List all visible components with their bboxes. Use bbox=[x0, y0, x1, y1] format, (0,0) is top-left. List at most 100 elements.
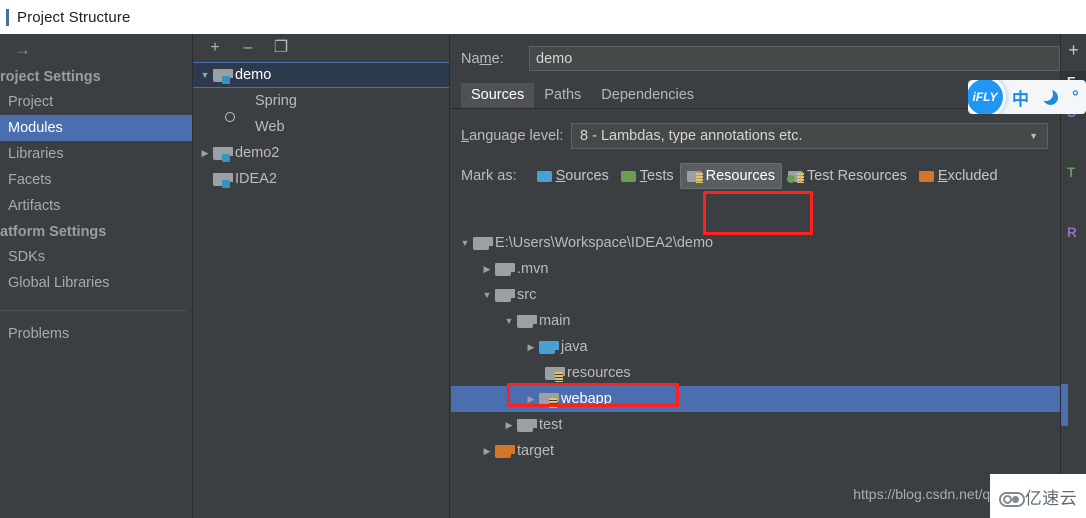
arrow-right-icon[interactable]: → bbox=[14, 41, 31, 58]
ifly-logo-icon[interactable]: iFLY bbox=[968, 80, 1006, 114]
source-tree-row-content-root[interactable]: ▼ E:\Users\Workspace\IDEA2\demo bbox=[451, 230, 1060, 256]
mark-as-label: Mark as: bbox=[461, 168, 517, 184]
module-folder-icon bbox=[213, 68, 233, 84]
tab-dependencies[interactable]: Dependencies bbox=[591, 83, 704, 108]
module-tree-label: demo bbox=[235, 67, 272, 83]
expand-collapse-icon[interactable]: ▼ bbox=[457, 238, 473, 248]
expand-collapse-icon[interactable]: ▶ bbox=[501, 420, 517, 431]
source-roots-tree: ▼ E:\Users\Workspace\IDEA2\demo ▶ .mvn ▼… bbox=[451, 230, 1060, 518]
source-tree-row-src[interactable]: ▼ src bbox=[451, 282, 1060, 308]
language-level-combobox[interactable]: 8 - Lambdas, type annotations etc. ▼ bbox=[571, 123, 1048, 149]
module-tree-label: Spring bbox=[255, 93, 297, 109]
module-tree-row-demo2[interactable]: ▶ demo2 bbox=[193, 140, 449, 166]
moon-icon[interactable] bbox=[1039, 86, 1058, 105]
yisu-watermark-text: 亿速云 bbox=[1024, 488, 1078, 508]
folder-icon bbox=[495, 262, 515, 276]
tab-sources[interactable]: Sources bbox=[461, 83, 535, 108]
modules-panel: + – ❐ ▼ demo Spring Web ▶ demo2 IDEA2 bbox=[192, 34, 450, 518]
legend-item-resources[interactable]: R bbox=[1061, 220, 1086, 246]
sidebar-divider bbox=[0, 310, 186, 311]
expand-collapse-icon[interactable]: ▶ bbox=[197, 148, 213, 159]
sidebar-item-problems[interactable]: Problems bbox=[0, 321, 192, 347]
source-tree-row-resources[interactable]: resources bbox=[451, 360, 1060, 386]
folder-icon bbox=[473, 236, 493, 250]
sidebar-item-facets[interactable]: Facets bbox=[0, 167, 192, 193]
resources-folder-icon bbox=[545, 366, 565, 382]
folder-icon bbox=[517, 418, 537, 432]
source-tree-label: E:\Users\Workspace\IDEA2\demo bbox=[495, 235, 714, 251]
expand-collapse-icon[interactable]: ▼ bbox=[501, 316, 517, 326]
remove-module-icon[interactable]: – bbox=[240, 40, 256, 56]
source-tree-label: webapp bbox=[561, 391, 612, 407]
sidebar-item-sdks[interactable]: SDKs bbox=[0, 244, 192, 270]
name-label: Name: bbox=[461, 50, 504, 67]
vertical-scrollbar-thumb[interactable] bbox=[1061, 384, 1068, 426]
project-structure-dialog: Project Structure → roject Settings Proj… bbox=[0, 0, 1086, 518]
source-tree-row-mvn[interactable]: ▶ .mvn bbox=[451, 256, 1060, 282]
expand-collapse-icon[interactable]: ▶ bbox=[479, 446, 495, 457]
sidebar-group-project-settings: roject Settings bbox=[0, 69, 101, 85]
source-tree-row-java[interactable]: ▶ java bbox=[451, 334, 1060, 360]
folder-icon bbox=[495, 288, 515, 302]
source-tree-row-test[interactable]: ▶ test bbox=[451, 412, 1060, 438]
add-content-root-icon[interactable]: + bbox=[1061, 34, 1086, 61]
expand-collapse-icon: ▶ bbox=[197, 174, 213, 185]
tab-paths[interactable]: Paths bbox=[534, 83, 591, 108]
csdn-watermark: https://blog.csdn.net/q1 bbox=[853, 486, 998, 502]
expand-collapse-icon[interactable]: ▼ bbox=[197, 70, 213, 80]
ime-floating-toolbar[interactable]: iFLY 中 ° bbox=[968, 80, 1086, 114]
mark-as-resources-button[interactable]: Resources bbox=[679, 163, 782, 189]
source-tree-label: test bbox=[539, 417, 563, 433]
expand-collapse-icon[interactable]: ▼ bbox=[479, 290, 495, 300]
excluded-folder-icon bbox=[495, 444, 515, 458]
source-tree-label: .mvn bbox=[517, 261, 549, 277]
language-level-label: Language level: bbox=[461, 128, 564, 144]
source-tree-row-main[interactable]: ▼ main bbox=[451, 308, 1060, 334]
module-folder-icon bbox=[213, 172, 233, 188]
source-tree-label: target bbox=[517, 443, 555, 459]
excluded-folder-icon bbox=[918, 170, 934, 182]
mark-as-excluded-button[interactable]: Excluded bbox=[913, 164, 1004, 188]
mark-as-test-resources-button[interactable]: Test Resources bbox=[782, 164, 913, 188]
source-tree-row-webapp[interactable]: ▶ webapp bbox=[451, 386, 1060, 412]
mark-as-sources-button[interactable]: Sources bbox=[531, 164, 615, 188]
sidebar-item-project[interactable]: Project bbox=[0, 89, 192, 115]
yisu-watermark: 亿速云 bbox=[990, 474, 1086, 518]
language-level-value: 8 - Lambdas, type annotations etc. bbox=[580, 128, 803, 144]
page-title: Project Structure bbox=[17, 8, 131, 26]
sidebar-toolbar: → bbox=[0, 34, 192, 64]
test-resources-folder-icon bbox=[786, 170, 804, 183]
sidebar-item-artifacts[interactable]: Artifacts bbox=[0, 193, 192, 219]
web-facet-icon bbox=[233, 120, 249, 134]
expand-collapse-icon[interactable]: ▶ bbox=[479, 264, 495, 275]
sidebar-item-libraries[interactable]: Libraries bbox=[0, 141, 192, 167]
spring-facet-icon bbox=[233, 94, 249, 108]
modules-toolbar: + – ❐ bbox=[193, 34, 449, 62]
mark-as-tests-button[interactable]: Tests bbox=[615, 164, 680, 188]
module-tree-row-demo[interactable]: ▼ demo bbox=[193, 62, 449, 88]
sidebar-item-global-libraries[interactable]: Global Libraries bbox=[0, 270, 192, 296]
copy-module-icon[interactable]: ❐ bbox=[273, 40, 289, 56]
sidebar-item-modules[interactable]: Modules bbox=[0, 115, 192, 141]
source-tree-row-target[interactable]: ▶ target bbox=[451, 438, 1060, 464]
module-tree-row-web[interactable]: Web bbox=[193, 114, 449, 140]
ime-punctuation-icon[interactable]: ° bbox=[1072, 87, 1079, 107]
title-accent-bar bbox=[6, 8, 9, 26]
tests-folder-icon bbox=[620, 170, 636, 182]
chevron-down-icon: ▼ bbox=[1029, 131, 1038, 141]
expand-collapse-icon[interactable]: ▶ bbox=[523, 342, 539, 353]
sources-folder-icon bbox=[536, 170, 552, 182]
ime-language-icon[interactable]: 中 bbox=[1012, 85, 1029, 110]
source-tree-label: src bbox=[517, 287, 537, 303]
sources-folder-icon bbox=[539, 340, 559, 354]
legend-item-tests[interactable]: T bbox=[1061, 160, 1086, 186]
language-level-row: Language level: 8 - Lambdas, type annota… bbox=[451, 109, 1060, 149]
cloud-icon bbox=[998, 489, 1025, 507]
module-tree-row-idea2[interactable]: ▶ IDEA2 bbox=[193, 166, 449, 192]
settings-sidebar: → roject Settings Project Modules Librar… bbox=[0, 34, 192, 518]
mark-as-row: Mark as: Sources Tests Resources Test Re… bbox=[451, 149, 1060, 189]
module-tree-row-spring[interactable]: Spring bbox=[193, 88, 449, 114]
module-name-input[interactable] bbox=[529, 46, 1060, 71]
expand-collapse-icon[interactable]: ▶ bbox=[523, 394, 539, 405]
add-module-icon[interactable]: + bbox=[207, 40, 223, 56]
